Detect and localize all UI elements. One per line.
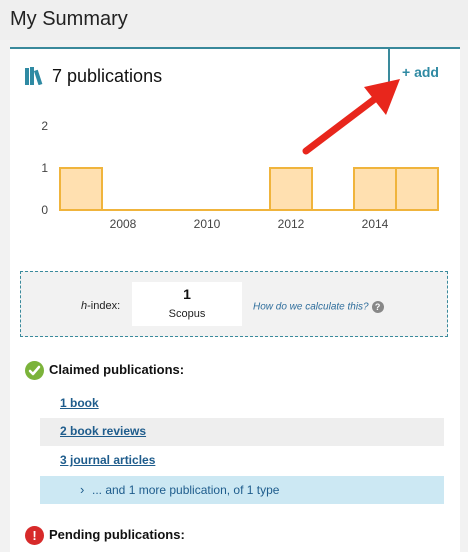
y-tick-label: 1 <box>41 161 48 175</box>
bar <box>395 167 439 211</box>
book-reviews-link[interactable]: 2 book reviews <box>60 424 146 438</box>
publications-count: 7 publications <box>52 66 163 86</box>
claimed-item-book-reviews: 2 book reviews <box>40 418 444 446</box>
x-tick-label: 2008 <box>110 217 137 231</box>
root: My Summary 7 publications + add 0 1 2 2008 2… <box>0 0 468 552</box>
alert-icon: ! <box>25 526 44 545</box>
y-tick-label: 2 <box>41 119 48 133</box>
journal-articles-link[interactable]: 3 journal articles <box>60 453 155 467</box>
summary-header: My Summary <box>0 0 468 40</box>
hindex-label: h-index: <box>81 300 121 312</box>
calculate-help-link[interactable]: How do we calculate this?? <box>253 301 384 313</box>
question-icon: ? <box>371 301 384 313</box>
page-title: My Summary <box>10 8 128 30</box>
bar <box>269 167 313 211</box>
bar <box>59 167 103 211</box>
bar <box>353 167 397 211</box>
x-tick-label: 2014 <box>362 217 389 231</box>
hindex-value: 1 <box>183 286 191 302</box>
hindex-box: h-index: 1 Scopus How do we calculate th… <box>20 271 448 337</box>
pending-publications-title: Pending publications: <box>49 527 185 542</box>
claimed-publications-title: Claimed publications: <box>49 362 185 377</box>
book-link[interactable]: 1 book <box>60 396 99 410</box>
check-circle-icon <box>25 361 44 380</box>
claimed-item-books: 1 book <box>40 390 444 418</box>
x-tick-label: 2012 <box>278 217 305 231</box>
books-icon <box>25 67 43 85</box>
chevron-right-icon: › <box>80 482 85 497</box>
hindex-source: Scopus <box>168 308 206 320</box>
more-publications-text[interactable]: ... and 1 more publication, of 1 type <box>92 483 279 497</box>
more-publications-row[interactable]: › ... and 1 more publication, of 1 type <box>40 476 444 504</box>
summary-panel: 7 publications + add 0 1 2 2008 2010 2012 2014… <box>10 47 460 552</box>
claimed-item-journal-articles: 3 journal articles <box>40 447 444 475</box>
y-tick-label: 0 <box>41 203 48 217</box>
scopus-hindex-card: 1 Scopus <box>132 282 242 326</box>
publications-by-year-chart: 0 1 2 2008 2010 2012 2014 <box>41 119 439 231</box>
x-tick-label: 2010 <box>194 217 221 231</box>
